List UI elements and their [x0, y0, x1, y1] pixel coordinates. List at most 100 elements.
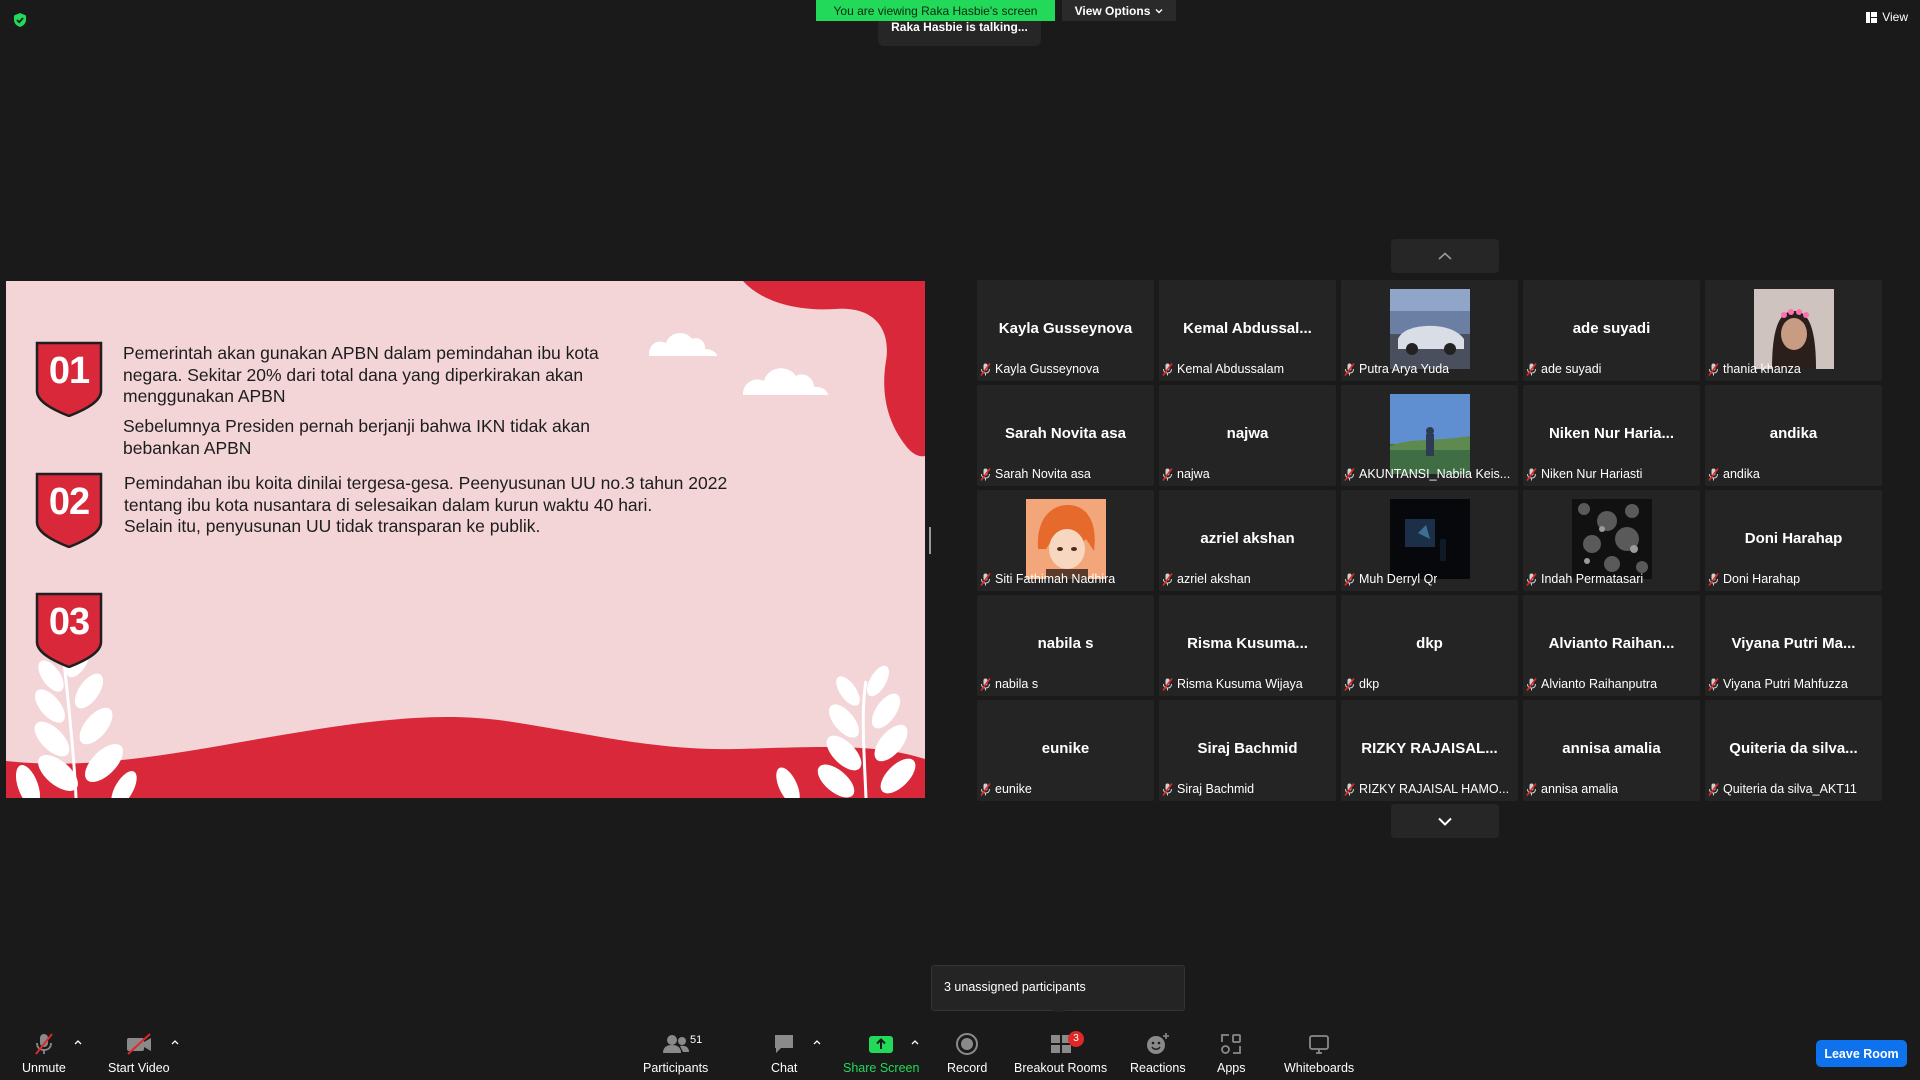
text-line: negara. Sekitar 20% dari total dana yang…: [123, 364, 584, 385]
share-screen-button[interactable]: Share Screen: [843, 1032, 919, 1075]
record-label: Record: [947, 1061, 988, 1075]
chat-bubble-icon: [775, 1035, 794, 1053]
badge-01-number: 01: [48, 350, 90, 392]
participants-icon: [662, 1035, 689, 1053]
participant-tile[interactable]: Muh Derryl Qr: [1341, 490, 1518, 591]
participant-name-bar: Kemal Abdussalam: [1162, 361, 1332, 377]
participant-tile[interactable]: thania khanza: [1705, 280, 1882, 381]
chat-options-caret-icon[interactable]: [812, 1038, 822, 1046]
reactions-button[interactable]: Reactions: [1130, 1032, 1186, 1075]
security-shield-icon[interactable]: [12, 12, 28, 28]
participant-name: RIZKY RAJAISAL HAMO...: [1359, 782, 1510, 796]
participant-display-name: Siraj Bachmid: [1197, 740, 1298, 757]
participant-name: annisa amalia: [1541, 782, 1619, 796]
cloud-icon: [649, 333, 828, 395]
participant-tile[interactable]: nabila s nabila s: [977, 595, 1154, 696]
participant-tile[interactable]: Niken Nur Haria... Niken Nur Hariasti: [1523, 385, 1700, 486]
breakout-rooms-badge: 3: [1068, 1031, 1084, 1047]
text-line: Sebelumnya Presiden pernah berjanji bahw…: [123, 416, 590, 436]
participant-name: Risma Kusuma Wijaya: [1177, 677, 1303, 691]
microphone-muted-icon: [1708, 467, 1719, 481]
participant-name-bar: Viyana Putri Mahfuzza: [1708, 676, 1878, 692]
chat-button[interactable]: Chat: [771, 1032, 797, 1075]
share-options-caret-icon[interactable]: [910, 1038, 920, 1046]
badge-01: 01: [35, 341, 103, 418]
gallery-scroll-down-button[interactable]: [1391, 804, 1499, 838]
participant-tile[interactable]: Sarah Novita asa Sarah Novita asa: [977, 385, 1154, 486]
share-screen-icon: [869, 1036, 894, 1053]
participant-photo: [1389, 289, 1470, 369]
participant-name: thania khanza: [1723, 362, 1801, 376]
video-options-caret-icon[interactable]: [170, 1038, 180, 1046]
whiteboards-button[interactable]: Whiteboards: [1284, 1032, 1354, 1075]
microphone-muted-icon: [980, 782, 991, 796]
participant-tile[interactable]: eunike eunike: [977, 700, 1154, 801]
leave-room-button[interactable]: Leave Room: [1816, 1040, 1907, 1067]
view-button[interactable]: View: [1866, 10, 1908, 24]
participant-name: nabila s: [995, 677, 1039, 691]
participant-name-bar: eunike: [980, 781, 1150, 797]
participants-label: Participants: [643, 1061, 709, 1075]
microphone-muted-icon: [980, 572, 991, 586]
participant-name: eunike: [995, 782, 1032, 796]
participant-name: Siraj Bachmid: [1177, 782, 1255, 796]
badge-03-number: 03: [48, 601, 90, 643]
participant-tile[interactable]: AKUNTANSI_Nabila Keis...: [1341, 385, 1518, 486]
participant-tile[interactable]: azriel akshan azriel akshan: [1159, 490, 1336, 591]
viewing-screen-banner: You are viewing Raka Hasbie's screen: [816, 0, 1055, 21]
participant-name-bar: Siti Fathimah Nadhira: [980, 571, 1150, 587]
participants-count: 51: [690, 1034, 703, 1046]
participant-tile[interactable]: Kemal Abdussal... Kemal Abdussalam: [1159, 280, 1336, 381]
breakout-rooms-button[interactable]: Breakout Rooms: [1014, 1032, 1107, 1075]
resize-handle[interactable]: [929, 527, 931, 554]
participant-tile[interactable]: Putra Arya Yuda: [1341, 280, 1518, 381]
participant-tile[interactable]: dkp dkp: [1341, 595, 1518, 696]
record-icon: [956, 1033, 979, 1055]
participant-tile[interactable]: Quiteria da silva... Quiteria da silva_AK…: [1705, 700, 1882, 801]
participant-tile[interactable]: Siraj Bachmid Siraj Bachmid: [1159, 700, 1336, 801]
participant-tile[interactable]: Indah Permatasari: [1523, 490, 1700, 591]
participant-name-bar: andika: [1708, 466, 1878, 482]
participant-tile[interactable]: annisa amalia annisa amalia: [1523, 700, 1700, 801]
participant-name: azriel akshan: [1177, 572, 1251, 586]
text-line: Selain itu, penyusunan UU tidak transpar…: [124, 516, 541, 536]
text-line: tentang ibu kota nusantara di selesaikan…: [124, 494, 653, 515]
participant-photo: [1389, 394, 1470, 474]
participant-name: Viyana Putri Mahfuzza: [1723, 677, 1848, 691]
microphone-muted-icon: [1708, 677, 1719, 691]
participant-tile[interactable]: ade suyadi ade suyadi: [1523, 280, 1700, 381]
text-line: Pemerintah akan gunakan APBN dalam pemin…: [123, 343, 599, 363]
participant-tile[interactable]: Doni Harahap Doni Harahap: [1705, 490, 1882, 591]
reactions-label: Reactions: [1130, 1061, 1186, 1075]
shared-screen-slide: 01 02 03 Pemerintah akan gunakan APBN da…: [6, 281, 925, 798]
participant-tile[interactable]: RIZKY RAJAISAL... RIZKY RAJAISAL HAMO...: [1341, 700, 1518, 801]
apps-button[interactable]: Apps: [1217, 1032, 1246, 1075]
record-button[interactable]: Record: [947, 1032, 987, 1075]
start-video-button[interactable]: Start Video: [108, 1032, 170, 1075]
participant-tile[interactable]: Kayla Gusseynova Kayla Gusseynova: [977, 280, 1154, 381]
participant-name-bar: Alvianto Raihanputra: [1526, 676, 1696, 692]
participant-display-name: najwa: [1226, 425, 1269, 442]
participant-tile[interactable]: najwa najwa: [1159, 385, 1336, 486]
gallery-scroll-up-button[interactable]: [1391, 239, 1499, 273]
participant-name: Niken Nur Hariasti: [1541, 467, 1643, 481]
participant-tile[interactable]: Viyana Putri Ma... Viyana Putri Mahfuzza: [1705, 595, 1882, 696]
participant-display-name: dkp: [1416, 635, 1443, 652]
badge-02: 02: [35, 472, 103, 549]
audio-options-caret-icon[interactable]: [73, 1038, 83, 1046]
participant-tile[interactable]: Risma Kusuma... Risma Kusuma Wijaya: [1159, 595, 1336, 696]
unassigned-participants-tooltip: 3 unassigned participants: [931, 965, 1185, 1017]
unmute-button[interactable]: Unmute: [22, 1032, 66, 1075]
participant-display-name: Sarah Novita asa: [1005, 425, 1126, 442]
participant-tile[interactable]: andika andika: [1705, 385, 1882, 486]
view-options-button[interactable]: View Options: [1062, 0, 1176, 21]
participant-display-name: eunike: [1041, 740, 1090, 757]
participant-tile[interactable]: Alvianto Raihan... Alvianto Raihanputra: [1523, 595, 1700, 696]
participant-tile[interactable]: Siti Fathimah Nadhira: [977, 490, 1154, 591]
participant-name: Quiteria da silva_AKT11: [1723, 782, 1857, 796]
participant-name-bar: dkp: [1344, 676, 1514, 692]
microphone-muted-icon: [1526, 782, 1537, 796]
microphone-muted-icon: [980, 677, 991, 691]
microphone-muted-icon: [1708, 782, 1719, 796]
chevron-down-icon: [1438, 817, 1452, 826]
